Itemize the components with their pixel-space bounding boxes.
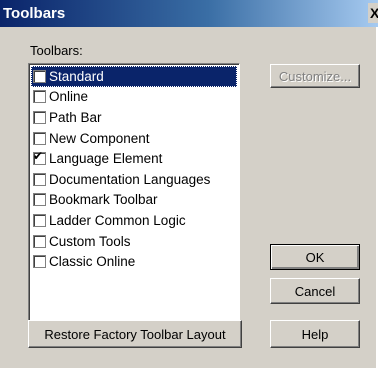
toolbar-item-label: Documentation Languages xyxy=(49,171,211,187)
toolbar-item-label: Language Element xyxy=(49,151,163,167)
toolbar-item-label: Path Bar xyxy=(49,109,102,125)
toolbar-checkbox[interactable] xyxy=(33,90,46,104)
toolbar-checkbox[interactable] xyxy=(33,213,46,227)
toolbar-list-item[interactable]: Online xyxy=(31,87,237,108)
toolbar-checkbox[interactable] xyxy=(33,255,46,269)
toolbar-item-label: New Component xyxy=(49,130,150,146)
toolbar-checkbox[interactable] xyxy=(33,69,46,83)
toolbar-list-item[interactable]: Custom Tools xyxy=(31,231,237,252)
help-button[interactable]: Help xyxy=(270,320,360,348)
restore-factory-layout-button[interactable]: Restore Factory Toolbar Layout xyxy=(28,320,242,348)
toolbar-list-item[interactable]: Documentation Languages xyxy=(31,169,237,190)
ok-button[interactable]: OK xyxy=(270,244,360,270)
customize-button[interactable]: Customize... xyxy=(270,64,360,88)
toolbar-item-label: Bookmark Toolbar xyxy=(49,192,158,208)
toolbar-list-item[interactable]: Standard xyxy=(31,66,237,87)
toolbar-list-item[interactable]: Bookmark Toolbar xyxy=(31,190,237,211)
toolbar-item-label: Online xyxy=(49,89,89,105)
checkmark-icon: ✔ xyxy=(33,149,44,164)
toolbar-item-label: Custom Tools xyxy=(49,233,131,249)
title-bar[interactable]: Toolbars X xyxy=(0,0,378,27)
toolbar-item-label: Standard xyxy=(48,68,105,84)
toolbar-checkbox[interactable]: ✔ xyxy=(33,149,46,166)
toolbar-list-item[interactable]: Path Bar xyxy=(31,107,237,128)
toolbar-list-item[interactable]: ✔ Language Element xyxy=(31,148,237,169)
toolbar-list-item[interactable]: New Component xyxy=(31,128,237,149)
toolbar-checkbox[interactable] xyxy=(33,131,46,145)
toolbar-checkbox[interactable] xyxy=(33,193,46,207)
toolbar-checkbox[interactable] xyxy=(33,234,46,248)
toolbar-item-label: Classic Online xyxy=(49,254,136,270)
toolbar-checkbox[interactable] xyxy=(33,172,46,186)
close-icon: X xyxy=(370,5,378,21)
toolbar-checkbox[interactable] xyxy=(33,110,46,124)
toolbar-item-label: Ladder Common Logic xyxy=(49,212,186,228)
toolbar-listbox[interactable]: Standard Online Path Bar New Component ✔ Lang… xyxy=(28,63,240,330)
cancel-button[interactable]: Cancel xyxy=(270,278,360,304)
toolbars-dialog: Toolbars X Toolbars: Standard Online Path … xyxy=(0,0,378,370)
window-title: Toolbars xyxy=(3,5,66,22)
toolbar-list-item[interactable]: Classic Online xyxy=(31,251,237,272)
toolbars-label: Toolbars: xyxy=(30,43,83,58)
toolbar-list-item[interactable]: Ladder Common Logic xyxy=(31,210,237,231)
close-button[interactable]: X xyxy=(368,3,378,23)
